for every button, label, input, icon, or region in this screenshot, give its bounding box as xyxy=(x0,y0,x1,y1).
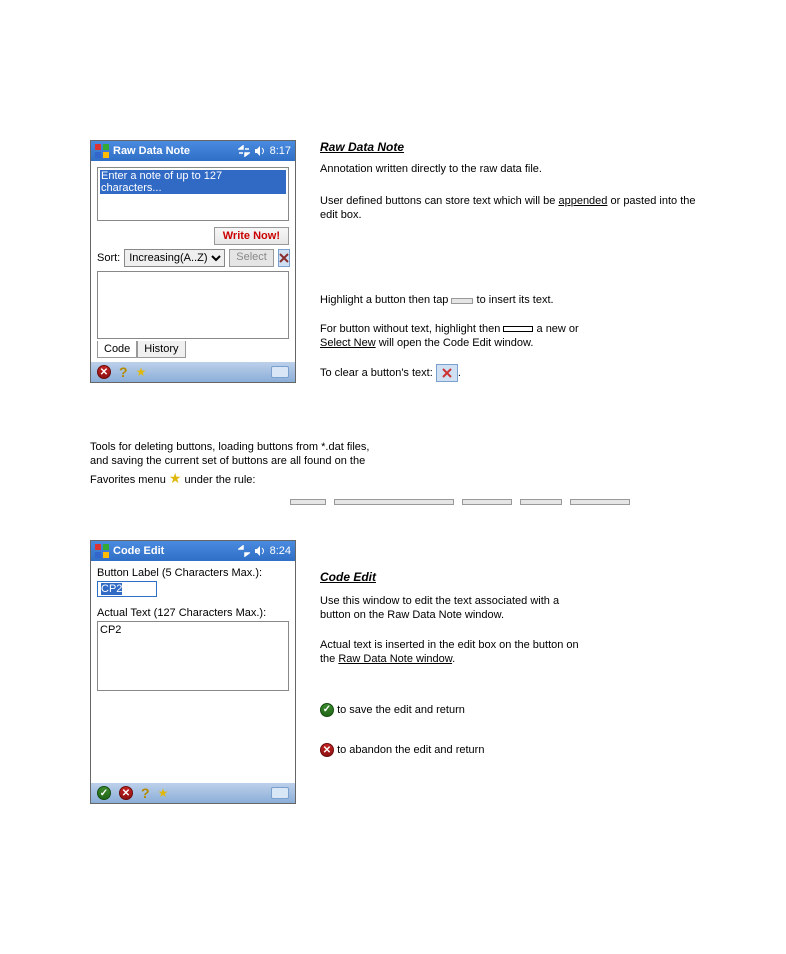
text-underline: Select New xyxy=(320,337,376,349)
text-line: to abandon the edit and return xyxy=(337,744,484,756)
text-line: under the rule: xyxy=(185,474,256,486)
text-underline: Raw Data Note window xyxy=(338,653,452,665)
speaker-icon xyxy=(254,545,266,557)
ce-heading: Code Edit xyxy=(320,570,700,586)
inline-delete-icon xyxy=(436,364,458,382)
connection-icon xyxy=(238,545,250,557)
text-line: to save the edit and return xyxy=(337,704,465,716)
note-placeholder: Enter a note of up to 127 characters... xyxy=(100,170,286,194)
text-underline: appended xyxy=(558,195,607,207)
keyboard-icon[interactable] xyxy=(271,787,289,799)
text-line: Actual text is inserted in the edit box … xyxy=(320,638,700,652)
text-line: Favorites menu xyxy=(90,474,169,486)
favorites-star-icon: ★ xyxy=(169,470,182,486)
text-line: . xyxy=(452,653,455,665)
titlebar: Raw Data Note 8:17 xyxy=(91,141,295,161)
text-line: Highlight a button then tap xyxy=(320,294,451,306)
text-line: will open the Code Edit window. xyxy=(376,337,534,349)
inline-select-button xyxy=(451,298,473,304)
sort-select[interactable]: Increasing(A..Z) xyxy=(124,249,225,267)
raw-data-note-window: Raw Data Note 8:17 Enter a note of up to… xyxy=(90,140,296,383)
start-icon[interactable] xyxy=(95,544,109,558)
rule-new-button xyxy=(520,499,562,505)
text-line: Use this window to edit the text associa… xyxy=(320,594,700,608)
text-line: Tools for deleting buttons, loading butt… xyxy=(90,440,700,454)
text-line: and saving the current set of buttons ar… xyxy=(90,454,700,468)
clock-time: 8:17 xyxy=(270,145,291,157)
text-line: . xyxy=(458,367,461,379)
x-icon xyxy=(279,253,289,263)
text-prompt: Actual Text (127 Characters Max.): xyxy=(97,607,289,619)
window-title: Code Edit xyxy=(113,545,164,557)
tab-history[interactable]: History xyxy=(137,341,185,358)
text-line: Annotation written directly to the raw d… xyxy=(320,162,700,176)
rule-sort-button xyxy=(290,499,326,505)
codes-listbox[interactable] xyxy=(97,271,289,339)
rule-select-button xyxy=(462,499,512,505)
delete-code-button[interactable] xyxy=(278,249,290,267)
rdn-description: Raw Data Note Annotation written directl… xyxy=(320,140,700,382)
label-prompt: Button Label (5 Characters Max.): xyxy=(97,567,289,579)
button-label-input[interactable]: CP2 xyxy=(97,581,157,597)
clock-time: 8:24 xyxy=(270,545,291,557)
text-line: the xyxy=(320,653,338,665)
text-line: User defined buttons can store text whic… xyxy=(320,195,555,207)
note-input[interactable]: Enter a note of up to 127 characters... xyxy=(97,167,289,221)
titlebar: Code Edit 8:24 xyxy=(91,541,295,561)
text-line: to insert its text. xyxy=(477,294,554,306)
close-icon[interactable]: ✕ xyxy=(97,365,111,379)
bottom-bar: ✓ ✕ ? ★ xyxy=(91,783,295,803)
help-icon[interactable]: ? xyxy=(141,785,150,801)
sort-label: Sort: xyxy=(97,252,120,264)
ce-description: Code Edit Use this window to edit the te… xyxy=(320,570,700,757)
select-button[interactable]: Select xyxy=(229,249,274,267)
rdn-heading: Raw Data Note xyxy=(320,140,700,156)
start-icon[interactable] xyxy=(95,144,109,158)
x-icon xyxy=(442,368,452,378)
rule-order-button xyxy=(334,499,454,505)
bottom-bar: ✕ ? ★ xyxy=(91,362,295,382)
keyboard-icon[interactable] xyxy=(271,366,289,378)
actual-text-value: CP2 xyxy=(100,624,121,636)
tab-code[interactable]: Code xyxy=(97,341,137,358)
button-label-value: CP2 xyxy=(101,583,122,595)
favorites-icon[interactable]: ★ xyxy=(136,365,147,379)
code-edit-window: Code Edit 8:24 Button Label (5 Character… xyxy=(90,540,296,804)
inline-select-new-button xyxy=(503,326,533,332)
help-icon[interactable]: ? xyxy=(119,364,128,380)
text-line: a new or xyxy=(537,323,579,335)
write-now-button[interactable]: Write Now! xyxy=(214,227,289,245)
window-title: Raw Data Note xyxy=(113,145,190,157)
text-line: For button without text, highlight then xyxy=(320,323,503,335)
text-line: To clear a button's text: xyxy=(320,367,436,379)
ok-icon[interactable]: ✓ xyxy=(97,786,111,800)
rule-delete-button xyxy=(570,499,630,505)
connection-icon xyxy=(238,145,250,157)
cancel-icon: ✕ xyxy=(320,743,334,757)
cancel-icon[interactable]: ✕ xyxy=(119,786,133,800)
speaker-icon xyxy=(254,145,266,157)
text-line: button on the Raw Data Note window. xyxy=(320,608,700,622)
ok-icon: ✓ xyxy=(320,703,334,717)
actual-text-input[interactable]: CP2 xyxy=(97,621,289,691)
rdn-favorites-text: Tools for deleting buttons, loading butt… xyxy=(90,440,700,505)
favorites-icon[interactable]: ★ xyxy=(158,786,169,800)
